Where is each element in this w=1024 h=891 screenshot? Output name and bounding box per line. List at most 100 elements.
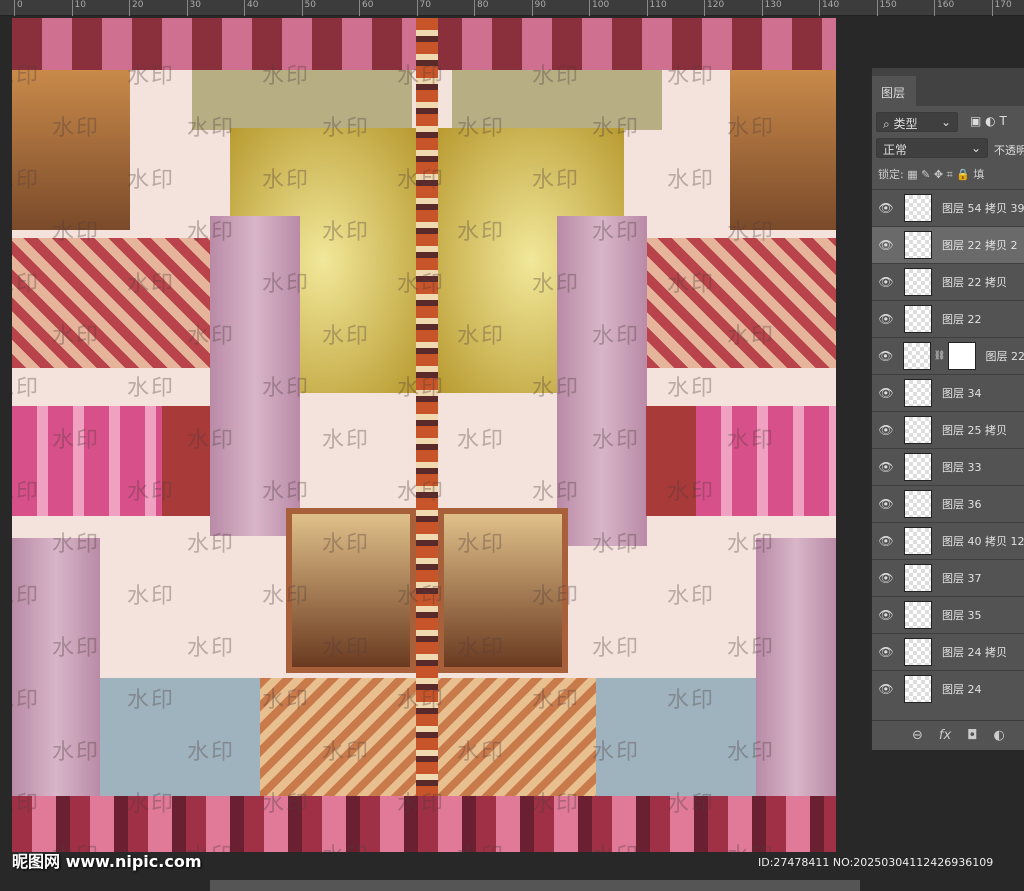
layer-name: 图层 36 — [942, 498, 982, 511]
link-icon[interactable]: ⊖ — [912, 728, 923, 743]
watermark-text: 水印 — [592, 428, 641, 453]
layer-name: 图层 22 拷贝 — [942, 276, 1007, 289]
watermark-text: 水印 — [397, 168, 446, 193]
layer-thumbnail — [904, 268, 932, 296]
watermark-text: 水印 — [262, 272, 311, 297]
layer-thumbnail — [904, 675, 932, 703]
watermark-text: 水印 — [457, 428, 506, 453]
watermark-text: 水印 — [322, 636, 371, 661]
ruler-tick: 130 — [761, 0, 782, 16]
layer-row[interactable]: 👁 图层 54 拷贝 39 — [872, 189, 1024, 226]
layer-row[interactable]: 👁 图层 22 拷贝 2 — [872, 226, 1024, 263]
watermark-text: 水印 — [322, 324, 371, 349]
eye-icon[interactable]: 👁 — [872, 682, 900, 696]
layer-thumbnail — [903, 342, 931, 370]
eye-icon[interactable]: 👁 — [872, 238, 900, 252]
eye-icon[interactable]: 👁 — [872, 275, 900, 289]
layer-row[interactable]: 👁 ⛓ 图层 22 — [872, 337, 1024, 374]
watermark-text: 水印 — [667, 272, 716, 297]
layer-row[interactable]: 👁 图层 22 — [872, 300, 1024, 337]
watermark-text: 水印 — [727, 740, 776, 765]
ruler-tick: 140 — [819, 0, 839, 16]
watermark-text: 水印 — [397, 480, 446, 505]
watermark-text: 水印 — [187, 324, 236, 349]
watermark-text: 水印 — [592, 838, 640, 852]
watermark-text: 水印 — [457, 532, 506, 557]
watermark-text: 水印 — [52, 636, 101, 661]
layer-row[interactable]: 👁 图层 37 — [872, 559, 1024, 596]
layer-name: 图层 34 — [942, 387, 982, 400]
watermark-text: 水印 — [322, 220, 371, 245]
watermark-text: 水印 — [52, 220, 101, 245]
watermark-text: 水印 — [127, 792, 176, 817]
eye-icon[interactable]: 👁 — [872, 201, 900, 215]
watermark-text: 水印 — [12, 376, 41, 401]
arch-painting-right — [730, 70, 836, 230]
watermark-text: 水印 — [127, 480, 176, 505]
watermark-text: 水印 — [52, 116, 101, 141]
watermark-text: 水印 — [727, 636, 776, 661]
eye-icon[interactable]: 👁 — [872, 645, 900, 659]
ruler-tick: 0 — [14, 0, 23, 16]
watermark-text: 水印 — [127, 64, 176, 89]
eye-icon[interactable]: 👁 — [872, 312, 900, 326]
layer-row[interactable]: 👁 图层 33 — [872, 448, 1024, 485]
lock-row: 锁定: ▦ ✎ ✥ ⌗ 🔒 填 — [878, 168, 985, 181]
ruler-tick: 70 — [416, 0, 431, 16]
watermark-text: 水印 — [667, 168, 716, 193]
watermark-text: 水印 — [532, 64, 581, 89]
eye-icon[interactable]: 👁 — [872, 349, 899, 363]
layer-thumbnail — [904, 601, 932, 629]
ruler-tick: 100 — [589, 0, 609, 16]
eye-icon[interactable]: 👁 — [872, 460, 900, 474]
filter-icons[interactable]: ▣ ◐ T — [970, 114, 1007, 128]
adjustment-icon[interactable]: ◐ — [993, 728, 1004, 743]
watermark-text: 水印 — [187, 116, 236, 141]
watermark-text: 水印 — [127, 376, 176, 401]
watermark-text: 水印 — [592, 740, 641, 765]
watermark-text: 水印 — [12, 168, 41, 193]
layer-row[interactable]: 👁 图层 22 拷贝 — [872, 263, 1024, 300]
eye-icon[interactable]: 👁 — [872, 571, 900, 585]
eye-icon[interactable]: 👁 — [872, 534, 900, 548]
watermark-text: 水印 — [592, 324, 641, 349]
watermark-text: 水印 — [727, 220, 776, 245]
ruler-tick: 80 — [474, 0, 488, 16]
watermark-text: 水印 — [262, 688, 311, 713]
watermark-text: 水印 — [12, 64, 41, 89]
watermark-text: 水印 — [532, 792, 581, 817]
eye-icon[interactable]: 👁 — [872, 608, 900, 622]
layer-row[interactable]: 👁 图层 34 — [872, 374, 1024, 411]
watermark-text: 水印 — [592, 636, 641, 661]
layer-row[interactable]: 👁 图层 40 拷贝 12 — [872, 522, 1024, 559]
ruler-tick: 50 — [301, 0, 316, 16]
fx-button[interactable]: fx — [939, 728, 951, 743]
layer-row[interactable]: 👁 图层 36 — [872, 485, 1024, 522]
layer-name: 图层 22 拷贝 2 — [942, 239, 1018, 252]
mask-icon[interactable]: ◘ — [967, 728, 977, 743]
tab-layers[interactable]: 图层 — [872, 76, 916, 106]
eye-icon[interactable]: 👁 — [872, 497, 900, 511]
watermark-text: 水印 — [397, 792, 446, 817]
layer-row[interactable]: 👁 图层 24 拷贝 — [872, 633, 1024, 670]
eye-icon[interactable]: 👁 — [872, 423, 900, 437]
watermark-text: 水印 — [667, 688, 716, 713]
blend-mode-select[interactable]: 正常 ⌄ — [876, 138, 988, 158]
layer-row[interactable]: 👁 图层 25 拷贝 — [872, 411, 1024, 448]
filter-kind-select[interactable]: ⌕ 类型 ⌄ — [876, 112, 958, 132]
chain-icon[interactable]: ⛓ — [934, 351, 945, 361]
ruler-tick: 150 — [876, 0, 897, 16]
eye-icon[interactable]: 👁 — [872, 386, 900, 400]
layer-name: 图层 25 拷贝 — [942, 424, 1007, 437]
watermark-text: 水印 — [667, 584, 716, 609]
watermark-text: 水印 — [12, 688, 41, 713]
watermark-text: 水印 — [397, 376, 446, 401]
watermark-text: 水印 — [667, 792, 716, 817]
layer-row[interactable]: 👁 图层 35 — [872, 596, 1024, 633]
layer-thumbnail — [904, 194, 932, 222]
lock-icons[interactable]: ▦ ✎ ✥ ⌗ 🔒 — [907, 168, 970, 181]
watermark-text: 水印 — [667, 480, 716, 505]
document-canvas[interactable]: 水印水印水印水印水印水印水印水印水印水印水印水印水印水印水印水印水印水印水印水印… — [12, 18, 836, 852]
horizontal-scrollbar[interactable] — [210, 880, 860, 891]
layer-row[interactable]: 👁 图层 24 — [872, 670, 1024, 707]
